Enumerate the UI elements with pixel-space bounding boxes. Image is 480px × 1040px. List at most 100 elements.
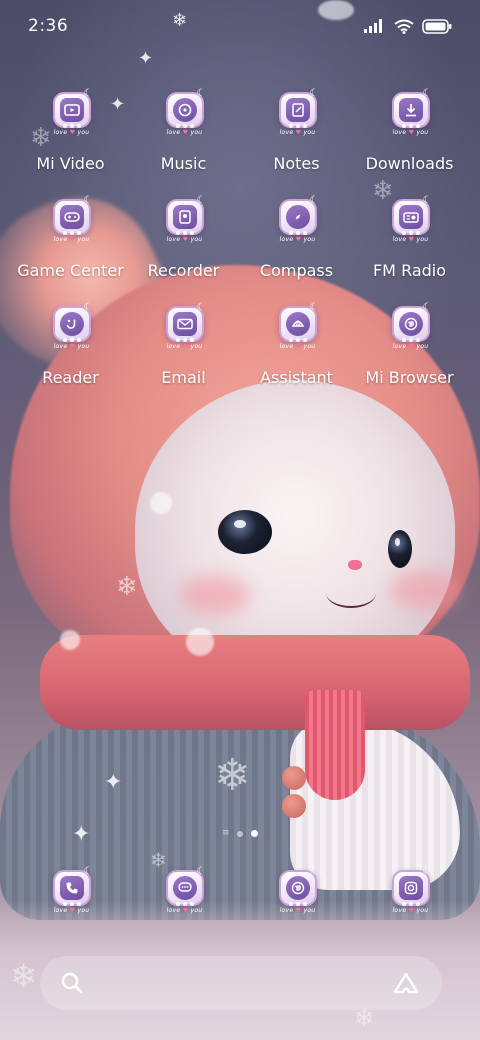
downloads-icon[interactable]: ☾ love ♥ you <box>388 88 432 142</box>
icon-caption: love ♥ you <box>279 343 316 350</box>
icon-caption: love ♥ you <box>166 343 203 350</box>
icon-caption: love ♥ you <box>53 236 90 243</box>
app-label[interactable]: Recorder <box>148 261 220 280</box>
page-indicator[interactable]: ≡ <box>0 829 480 838</box>
app-label[interactable]: Downloads <box>366 154 454 173</box>
icon-dots <box>401 338 420 342</box>
app-music[interactable]: ☾ love ♥ you Music <box>127 88 240 173</box>
icon-dots <box>175 231 194 235</box>
search-icon[interactable] <box>60 971 84 995</box>
app-label[interactable]: Mi Video <box>36 154 104 173</box>
phone-icon[interactable]: ☾ love ♥ you <box>49 866 93 920</box>
battery-icon <box>422 18 452 34</box>
app-notes[interactable]: ☾ love ♥ you Notes <box>240 88 353 173</box>
app-label[interactable]: Game Center <box>17 261 124 280</box>
app-label[interactable]: Compass <box>260 261 333 280</box>
crescent-moon-icon: ☾ <box>422 866 432 877</box>
crescent-moon-icon: ☾ <box>196 88 206 99</box>
dock-app-messaging[interactable]: ☾ love ♥ you <box>127 866 240 920</box>
icon-dots <box>401 124 420 128</box>
app-label[interactable]: Assistant <box>260 368 333 387</box>
status-bar: 2:36 <box>0 0 480 52</box>
app-downloads[interactable]: ☾ love ♥ you Downloads <box>353 88 466 173</box>
dock-app-phone[interactable]: ☾ love ♥ you <box>14 866 127 920</box>
icon-caption: love ♥ you <box>53 129 90 136</box>
icon-caption: love ♥ you <box>279 129 316 136</box>
globe-icon <box>285 876 310 900</box>
app-game-center[interactable]: ☾ love ♥ you Game Center <box>14 195 127 280</box>
game-center-icon[interactable]: ☾ love ♥ you <box>49 195 93 249</box>
scarf-tassel <box>305 690 365 800</box>
snowflake-icon: ❄ <box>116 572 138 602</box>
messaging-icon[interactable]: ☾ love ♥ you <box>162 866 206 920</box>
mi-browser-icon[interactable]: ☾ love ♥ you <box>388 302 432 356</box>
crescent-moon-icon: ☾ <box>83 866 93 877</box>
bunny-nose <box>348 560 362 570</box>
crescent-moon-icon: ☾ <box>83 302 93 313</box>
download-arrow-icon <box>398 98 423 122</box>
crescent-moon-icon: ☾ <box>83 88 93 99</box>
reader-icon[interactable]: ☾ love ♥ you <box>49 302 93 356</box>
crescent-moon-icon: ☾ <box>196 302 206 313</box>
page-dot-active[interactable] <box>251 830 258 837</box>
bunny-cheek-right <box>390 570 460 610</box>
assistant-shortcut-icon[interactable] <box>392 971 420 995</box>
icon-dots <box>62 902 81 906</box>
app-label[interactable]: FM Radio <box>373 261 446 280</box>
snowflake <box>186 628 214 656</box>
icon-caption: love ♥ you <box>166 907 203 914</box>
mi-video-icon[interactable]: ☾ love ♥ you <box>49 88 93 142</box>
status-icons <box>364 18 452 34</box>
app-mi-video[interactable]: ☾ love ♥ you Mi Video <box>14 88 127 173</box>
app-email[interactable]: ☾ love ♥ you Email <box>127 302 240 387</box>
icon-caption: love ♥ you <box>53 907 90 914</box>
app-fm-radio[interactable]: ☾ love ♥ you FM Radio <box>353 195 466 280</box>
dock: ☾ love ♥ you ☾ love ♥ you ☾ love ♥ you ☾… <box>14 866 466 920</box>
music-icon[interactable]: ☾ love ♥ you <box>162 88 206 142</box>
envelope-icon <box>172 312 197 336</box>
email-icon[interactable]: ☾ love ♥ you <box>162 302 206 356</box>
icon-dots <box>401 902 420 906</box>
snowflake-icon: ❄ <box>10 957 37 995</box>
search-bar[interactable] <box>40 956 442 1010</box>
gamepad-icon <box>59 205 84 229</box>
app-mi-browser[interactable]: ☾ love ♥ you Mi Browser <box>353 302 466 387</box>
page-dot[interactable] <box>237 830 243 837</box>
dock-app-camera[interactable]: ☾ love ♥ you <box>353 866 466 920</box>
icon-caption: love ♥ you <box>279 236 316 243</box>
app-compass[interactable]: ☾ love ♥ you Compass <box>240 195 353 280</box>
browser-icon[interactable]: ☾ love ♥ you <box>275 866 319 920</box>
sweater-button <box>282 794 306 818</box>
app-recorder[interactable]: ☾ love ♥ you Recorder <box>127 195 240 280</box>
bunny-eye-left <box>218 510 272 554</box>
snowflake <box>60 630 80 650</box>
app-label[interactable]: Reader <box>42 368 99 387</box>
app-reader[interactable]: ☾ love ♥ you Reader <box>14 302 127 387</box>
crescent-moon-icon: ☾ <box>309 302 319 313</box>
page-list-icon[interactable]: ≡ <box>222 829 230 838</box>
icon-caption: love ♥ you <box>166 236 203 243</box>
recorder-icon[interactable]: ☾ love ♥ you <box>162 195 206 249</box>
crescent-moon-icon: ☾ <box>422 195 432 206</box>
app-label[interactable]: Email <box>161 368 205 387</box>
play-icon <box>59 98 84 122</box>
notes-icon[interactable]: ☾ love ♥ you <box>275 88 319 142</box>
sparkle-icon: ✦ <box>138 48 154 69</box>
icon-dots <box>288 124 307 128</box>
icon-dots <box>175 338 194 342</box>
app-label[interactable]: Mi Browser <box>365 368 453 387</box>
wifi-icon <box>394 19 414 34</box>
camera-icon[interactable]: ☾ love ♥ you <box>388 866 432 920</box>
icon-caption: love ♥ you <box>279 907 316 914</box>
app-label[interactable]: Notes <box>273 154 319 173</box>
icon-dots <box>62 231 81 235</box>
fm-radio-icon[interactable]: ☾ love ♥ you <box>388 195 432 249</box>
icon-caption: love ♥ you <box>166 129 203 136</box>
bunny-scarf <box>40 635 470 730</box>
notepad-icon <box>285 98 310 122</box>
app-assistant[interactable]: ☾ love ♥ you Assistant <box>240 302 353 387</box>
dock-app-browser[interactable]: ☾ love ♥ you <box>240 866 353 920</box>
compass-icon[interactable]: ☾ love ♥ you <box>275 195 319 249</box>
assistant-icon[interactable]: ☾ love ♥ you <box>275 302 319 356</box>
app-label[interactable]: Music <box>161 154 207 173</box>
